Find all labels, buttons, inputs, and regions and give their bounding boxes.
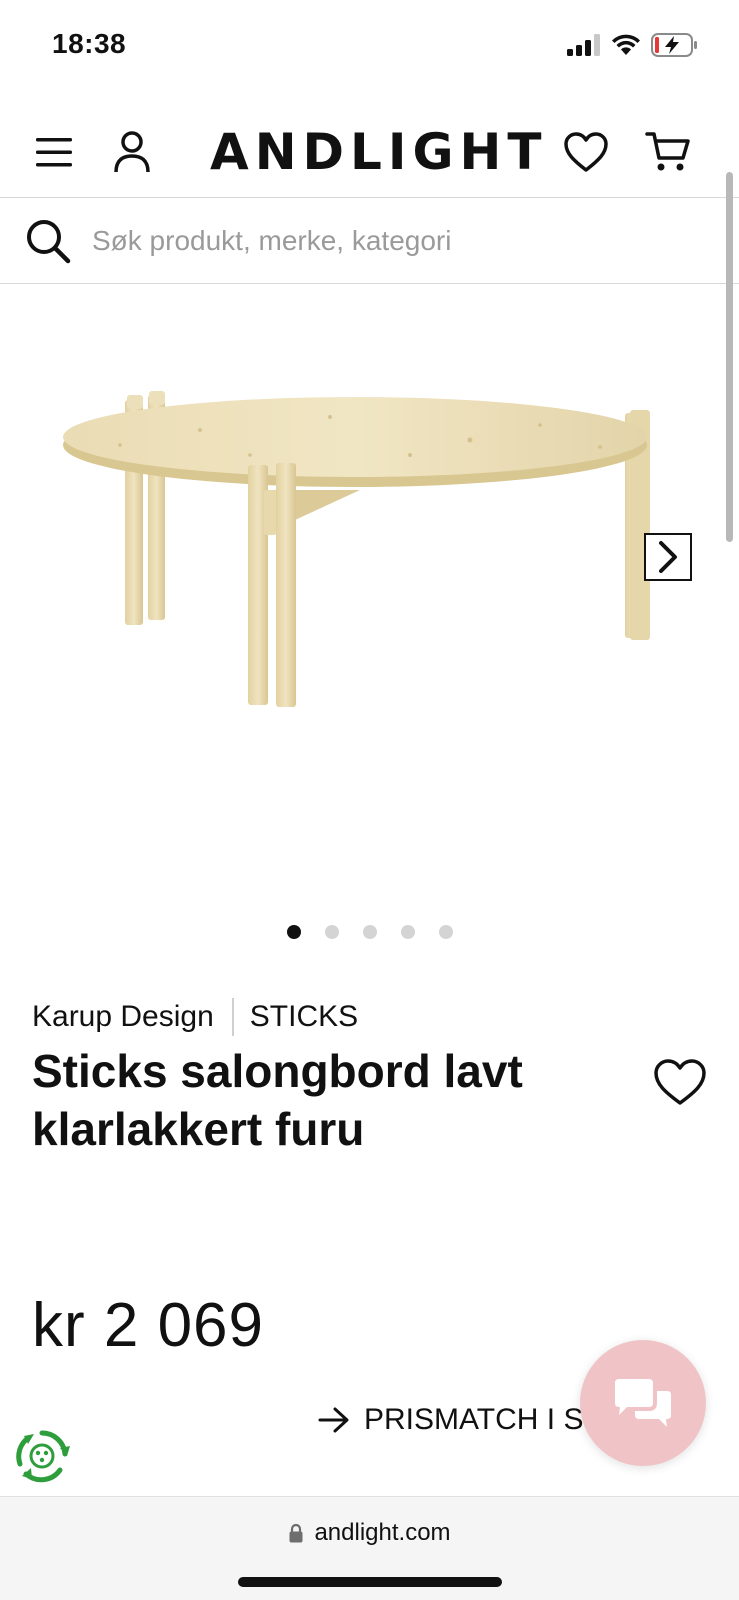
recycle-badge-icon[interactable] xyxy=(14,1428,70,1484)
chat-button[interactable] xyxy=(580,1340,706,1466)
search-icon[interactable] xyxy=(24,217,72,265)
menu-icon xyxy=(36,138,72,167)
chat-bubbles-icon xyxy=(615,1379,671,1427)
battery-charging-icon xyxy=(651,33,697,57)
add-to-wishlist-button[interactable] xyxy=(650,1052,710,1112)
series-link[interactable]: STICKS xyxy=(250,1000,358,1034)
heart-icon xyxy=(654,1059,706,1105)
product-price: kr 2 069 xyxy=(32,1291,265,1360)
price-match-label: PRISMATCH I S xyxy=(364,1403,584,1436)
status-bar: 18:38 xyxy=(0,0,739,92)
gallery-dot-1[interactable] xyxy=(286,925,301,939)
product-title: Sticks salongbord lavt klarlakkert furu xyxy=(32,1045,523,1155)
cart-icon xyxy=(645,132,690,171)
url-display[interactable]: andlight.com xyxy=(0,1519,739,1547)
product-image-gallery[interactable] xyxy=(0,285,739,885)
wishlist-button[interactable] xyxy=(558,124,614,180)
account-icon xyxy=(114,131,150,173)
menu-button[interactable] xyxy=(26,124,82,180)
search-input[interactable] xyxy=(92,218,692,264)
gallery-dot-5[interactable] xyxy=(438,925,453,939)
brand-separator xyxy=(231,998,234,1036)
status-icons xyxy=(567,32,699,58)
gallery-pagination xyxy=(0,925,739,941)
chevron-right-icon xyxy=(659,541,677,573)
product-image xyxy=(63,391,650,707)
cart-button[interactable] xyxy=(640,124,696,180)
gallery-dot-2[interactable] xyxy=(324,925,339,939)
account-button[interactable] xyxy=(104,124,160,180)
search-bar xyxy=(0,198,739,284)
browser-url-bar: andlight.com xyxy=(0,1496,739,1600)
brand-line: Karup Design STICKS xyxy=(32,998,358,1036)
status-time: 18:38 xyxy=(52,28,127,59)
gallery-dot-4[interactable] xyxy=(400,925,415,939)
gallery-dot-3[interactable] xyxy=(362,925,377,939)
gallery-next-button[interactable] xyxy=(644,533,692,581)
heart-icon xyxy=(564,132,608,172)
site-header: ANDLIGHT xyxy=(0,106,739,198)
site-logo[interactable]: ANDLIGHT xyxy=(210,122,542,182)
arrow-right-icon xyxy=(318,1407,349,1433)
brand-link[interactable]: Karup Design xyxy=(32,1000,214,1034)
home-indicator[interactable] xyxy=(238,1577,502,1587)
wifi-icon xyxy=(612,34,640,55)
url-text: andlight.com xyxy=(314,1519,451,1546)
lock-icon xyxy=(289,1523,303,1543)
cellular-signal-icon xyxy=(567,34,600,56)
price-match-link[interactable]: PRISMATCH I S xyxy=(318,1400,583,1440)
